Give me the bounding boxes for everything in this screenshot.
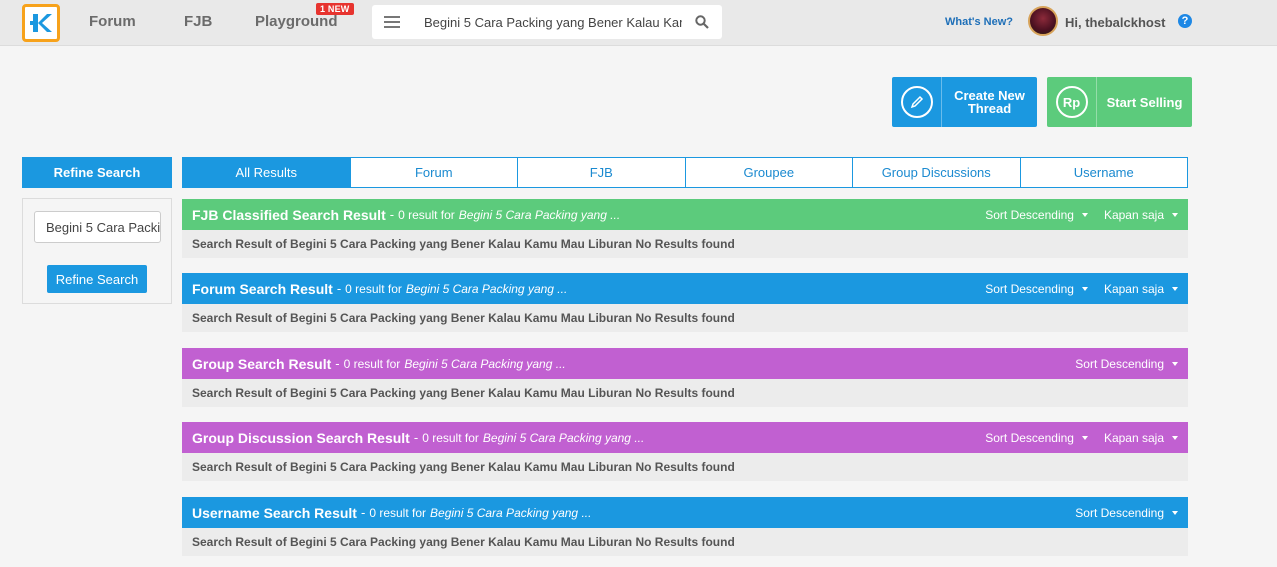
refine-search-button[interactable]: Refine Search [47, 265, 147, 293]
create-thread-icon-box [892, 77, 942, 127]
section-controls: Sort Descending [1075, 348, 1178, 379]
user-greeting[interactable]: Hi, thebalckhost [1065, 15, 1165, 30]
whats-new-link[interactable]: What's New? [945, 16, 1013, 28]
sort-label: Sort Descending [985, 281, 1074, 296]
sort-dropdown[interactable]: Sort Descending [1075, 506, 1178, 520]
section-count: 0 result for [422, 430, 479, 445]
menu-icon[interactable] [372, 5, 412, 39]
time-dropdown[interactable]: Kapan saja [1104, 282, 1178, 296]
start-selling-icon-box: Rp [1047, 77, 1097, 127]
caret-down-icon [1172, 212, 1178, 217]
caret-down-icon [1172, 361, 1178, 366]
section-count: 0 result for [398, 207, 455, 222]
sort-dropdown[interactable]: Sort Descending [985, 282, 1088, 296]
result-tabs: All Results Forum FJB Groupee Group Disc… [182, 157, 1188, 188]
refine-search-input[interactable] [34, 211, 161, 243]
group-result-section: Group Search Result - 0 result for Begin… [182, 348, 1188, 407]
section-separator: - [389, 207, 395, 222]
time-label: Kapan saja [1103, 430, 1164, 445]
pencil-icon [900, 86, 933, 118]
forum-result-section: Forum Search Result - 0 result for Begin… [182, 273, 1188, 332]
time-label: Kapan saja [1103, 207, 1164, 222]
section-separator: - [335, 356, 340, 371]
section-header: Group Discussion Search Result - 0 resul… [182, 422, 1188, 453]
section-header: Forum Search Result - 0 result for Begin… [182, 273, 1188, 304]
section-header: Username Search Result - 0 result for Be… [182, 497, 1188, 528]
section-query: Begini 5 Cara Packing yang ... [404, 356, 566, 371]
help-icon[interactable]: ? [1178, 14, 1192, 28]
sort-label: Sort Descending [1075, 505, 1164, 520]
time-dropdown[interactable]: Kapan saja [1104, 208, 1178, 222]
sort-label: Sort Descending [985, 430, 1074, 445]
section-message: Search Result of Begini 5 Cara Packing y… [182, 528, 1188, 556]
caret-down-icon [1081, 212, 1088, 217]
section-count: 0 result for [345, 281, 402, 296]
section-title: Forum Search Result [192, 280, 333, 297]
search-icon[interactable] [682, 5, 722, 39]
search-bar [372, 5, 722, 39]
start-selling-button[interactable]: Rp Start Selling [1047, 77, 1192, 127]
section-header: FJB Classified Search Result - 0 result … [182, 199, 1188, 230]
section-separator: - [360, 505, 366, 520]
rupiah-icon: Rp [1055, 86, 1088, 118]
username-result-section: Username Search Result - 0 result for Be… [182, 497, 1188, 556]
caret-down-icon [1081, 286, 1088, 291]
nav-fjb[interactable]: FJB [184, 13, 212, 30]
section-title: Group Discussion Search Result [192, 429, 410, 446]
caret-down-icon [1172, 286, 1178, 291]
nav-playground[interactable]: Playground [255, 13, 338, 30]
kaskus-logo-icon[interactable] [22, 4, 60, 42]
section-message: Search Result of Begini 5 Cara Packing y… [182, 379, 1188, 407]
group-discussion-result-section: Group Discussion Search Result - 0 resul… [182, 422, 1188, 481]
section-title: FJB Classified Search Result [192, 206, 386, 223]
section-message: Search Result of Begini 5 Cara Packing y… [182, 230, 1188, 258]
playground-new-badge: 1 NEW [316, 3, 354, 15]
caret-down-icon [1172, 510, 1178, 515]
section-separator: - [336, 281, 342, 296]
caret-down-icon [1172, 435, 1178, 440]
avatar[interactable] [1028, 6, 1058, 36]
start-selling-label: Start Selling [1106, 94, 1183, 110]
create-thread-button[interactable]: Create New Thread [892, 77, 1037, 127]
tab-username[interactable]: Username [1021, 158, 1188, 187]
section-query: Begini 5 Cara Packing yang ... [458, 207, 621, 222]
section-count: 0 result for [343, 356, 401, 371]
sort-dropdown[interactable]: Sort Descending [985, 431, 1088, 445]
tab-all-results[interactable]: All Results [183, 158, 351, 187]
sort-dropdown[interactable]: Sort Descending [1075, 357, 1178, 371]
section-controls: Sort Descending Kapan saja [985, 199, 1178, 230]
time-dropdown[interactable]: Kapan saja [1104, 431, 1178, 445]
section-header: Group Search Result - 0 result for Begin… [182, 348, 1188, 379]
time-label: Kapan saja [1103, 281, 1164, 296]
refine-search-panel: Refine Search [22, 198, 172, 304]
section-title: Username Search Result [192, 504, 357, 521]
search-input[interactable] [412, 5, 682, 39]
sort-label: Sort Descending [1075, 356, 1164, 371]
top-navbar: Forum FJB Playground 1 NEW What's New? H… [0, 0, 1277, 46]
nav-forum[interactable]: Forum [89, 13, 136, 30]
tab-groupee[interactable]: Groupee [686, 158, 853, 187]
section-controls: Sort Descending [1075, 497, 1178, 528]
section-count: 0 result for [369, 505, 427, 520]
fjb-result-section: FJB Classified Search Result - 0 result … [182, 199, 1188, 258]
section-query: Begini 5 Cara Packing yang ... [405, 281, 568, 296]
section-controls: Sort Descending Kapan saja [985, 422, 1178, 453]
section-query: Begini 5 Cara Packing yang ... [430, 505, 592, 520]
sort-dropdown[interactable]: Sort Descending [985, 208, 1088, 222]
tab-fjb[interactable]: FJB [518, 158, 686, 187]
section-query: Begini 5 Cara Packing yang ... [482, 430, 645, 445]
section-controls: Sort Descending Kapan saja [985, 273, 1178, 304]
section-message: Search Result of Begini 5 Cara Packing y… [182, 453, 1188, 481]
section-separator: - [413, 430, 419, 445]
caret-down-icon [1081, 435, 1088, 440]
tab-group-discussions[interactable]: Group Discussions [853, 158, 1021, 187]
refine-search-header: Refine Search [22, 157, 172, 188]
tab-forum[interactable]: Forum [351, 158, 518, 187]
section-title: Group Search Result [192, 355, 332, 372]
create-thread-label: Create New Thread [954, 88, 1025, 116]
sort-label: Sort Descending [985, 207, 1074, 222]
section-message: Search Result of Begini 5 Cara Packing y… [182, 304, 1188, 332]
